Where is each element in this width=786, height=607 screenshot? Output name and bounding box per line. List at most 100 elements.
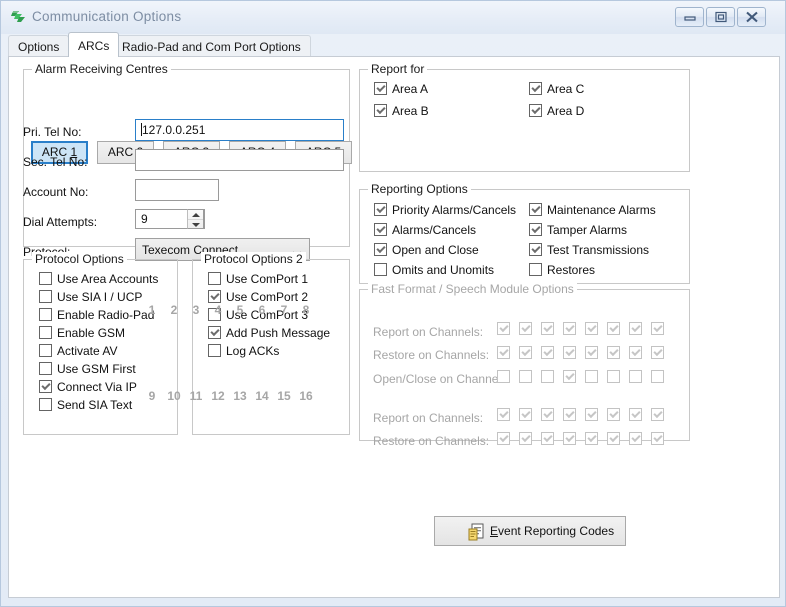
ff-report-ch-15[interactable]: [629, 408, 642, 423]
ff-restore-ch-9[interactable]: [497, 432, 510, 447]
ff-report-ch-8[interactable]: [651, 322, 664, 337]
checkbox-use-sia-i-ucp[interactable]: Use SIA I / UCP: [39, 290, 142, 305]
tab-options[interactable]: Options: [8, 35, 70, 57]
ff-openclose-ch-2[interactable]: [519, 370, 532, 385]
ff-restore-ch-3[interactable]: [541, 346, 554, 361]
dial-attempts-stepper[interactable]: [187, 209, 204, 229]
ff-openclose-ch-7[interactable]: [629, 370, 642, 385]
ff-restore-ch-13[interactable]: [585, 432, 598, 447]
ff-restore-ch-16[interactable]: [651, 432, 664, 447]
checkbox-label: Use SIA I / UCP: [57, 290, 143, 304]
checkbox-area-c[interactable]: Area C: [529, 82, 584, 97]
ff-report-ch-14[interactable]: [607, 408, 620, 423]
checkbox-alarms-cancels[interactable]: Alarms/Cancels: [374, 223, 476, 238]
stepper-up-icon[interactable]: [188, 210, 203, 219]
close-icon[interactable]: [737, 7, 766, 27]
tab-radio-pad-and-com-port-options[interactable]: Radio-Pad and Com Port Options: [112, 35, 311, 57]
ff-report-ch-1[interactable]: [497, 322, 510, 337]
ff-report-ch-12[interactable]: [563, 408, 576, 423]
checkbox-log-acks[interactable]: Log ACKs: [208, 344, 279, 359]
protocol-options-label: Protocol Options: [32, 252, 127, 266]
ff-openclose-ch-6[interactable]: [607, 370, 620, 385]
ff-report-ch-3[interactable]: [541, 322, 554, 337]
checkbox-enable-radio-pad[interactable]: Enable Radio-Pad: [39, 308, 154, 323]
checkbox-label: Open and Close: [392, 243, 479, 257]
ff-restore-ch-14[interactable]: [607, 432, 620, 447]
checkbox-label: Enable GSM: [57, 326, 126, 340]
ff-restore-ch-1[interactable]: [497, 346, 510, 361]
checkbox-tamper-alarms[interactable]: Tamper Alarms: [529, 223, 627, 238]
ff-openclose-ch-3[interactable]: [541, 370, 554, 385]
checkbox-label: Add Push Message: [226, 326, 331, 340]
report-for-label: Report for: [368, 62, 428, 76]
ff-restore-ch-6[interactable]: [607, 346, 620, 361]
maximize-icon[interactable]: [706, 7, 735, 27]
checkbox-connect-via-ip[interactable]: Connect Via IP: [39, 380, 137, 395]
ff-restore-ch-4[interactable]: [563, 346, 576, 361]
checkbox-label: Area B: [392, 104, 429, 118]
checkbox-label: Enable Radio-Pad: [57, 308, 155, 322]
checkbox-area-a[interactable]: Area A: [374, 82, 428, 97]
ff-report-ch-11[interactable]: [541, 408, 554, 423]
checkbox-label: Send SIA Text: [57, 398, 133, 412]
channel-header-11: 11: [189, 389, 203, 403]
account-no-input[interactable]: [135, 179, 219, 201]
minimize-icon[interactable]: [675, 7, 704, 27]
checkbox-open-and-close[interactable]: Open and Close: [374, 243, 479, 258]
communication-options-window: Communication Options Options ARCs Radio…: [0, 0, 786, 607]
ff-restore-ch-7[interactable]: [629, 346, 642, 361]
checkbox-area-d[interactable]: Area D: [529, 104, 584, 119]
ff-report-ch-10[interactable]: [519, 408, 532, 423]
channel-header-8: 8: [302, 303, 310, 317]
reporting-options-label: Reporting Options: [368, 182, 471, 196]
ff-restore-ch-12[interactable]: [563, 432, 576, 447]
ff-openclose-ch-1[interactable]: [497, 370, 510, 385]
checkbox-send-sia-text[interactable]: Send SIA Text: [39, 398, 132, 413]
sec-tel-no-input[interactable]: [135, 149, 344, 171]
ff-openclose-ch-5[interactable]: [585, 370, 598, 385]
stepper-down-icon[interactable]: [188, 219, 203, 229]
ff-restore-ch-10[interactable]: [519, 432, 532, 447]
tab-arcs[interactable]: ARCs: [68, 32, 120, 57]
checkbox-restores[interactable]: Restores: [529, 263, 595, 278]
checkbox-area-b[interactable]: Area B: [374, 104, 429, 119]
ff-report-ch-7[interactable]: [629, 322, 642, 337]
checkbox-priority-alarms-cancels[interactable]: Priority Alarms/Cancels: [374, 203, 516, 218]
pri-tel-no-input[interactable]: 127.0.0.251: [135, 119, 344, 141]
checkbox-use-area-accounts[interactable]: Use Area Accounts: [39, 272, 158, 287]
ff-restore-ch-5[interactable]: [585, 346, 598, 361]
checkbox-use-comport-1[interactable]: Use ComPort 1: [208, 272, 308, 287]
ff-restore-ch-2[interactable]: [519, 346, 532, 361]
checkbox-use-gsm-first[interactable]: Use GSM First: [39, 362, 136, 377]
channel-header-3: 3: [192, 303, 200, 317]
checkbox-maintenance-alarms[interactable]: Maintenance Alarms: [529, 203, 656, 218]
ff-openclose-ch-8[interactable]: [651, 370, 664, 385]
channel-header-10: 10: [167, 389, 181, 403]
ff-report-ch-13[interactable]: [585, 408, 598, 423]
event-reporting-codes-button[interactable]: Event Reporting Codes: [434, 516, 626, 546]
checkbox-test-transmissions[interactable]: Test Transmissions: [529, 243, 649, 258]
ff-openclose-ch-4[interactable]: [563, 370, 576, 385]
checkbox-enable-gsm[interactable]: Enable GSM: [39, 326, 125, 341]
checkbox-label: Log ACKs: [226, 344, 280, 358]
fast-format-row-label-openclose-1-8: Open/Close on Channels:: [373, 372, 511, 386]
checkbox-label: Use ComPort 2: [226, 290, 309, 304]
ff-report-ch-5[interactable]: [585, 322, 598, 337]
ff-report-ch-9[interactable]: [497, 408, 510, 423]
checkbox-omits-and-unomits[interactable]: Omits and Unomits: [374, 263, 494, 278]
tab-strip: Options ARCs Radio-Pad and Com Port Opti…: [8, 31, 780, 57]
ff-restore-ch-11[interactable]: [541, 432, 554, 447]
checkbox-activate-av[interactable]: Activate AV: [39, 344, 117, 359]
ff-restore-ch-8[interactable]: [651, 346, 664, 361]
checkbox-label: Test Transmissions: [547, 243, 650, 257]
arcs-tab-panel: Alarm Receiving Centres ARC 1 ARC 2 ARC …: [8, 56, 780, 598]
ff-report-ch-4[interactable]: [563, 322, 576, 337]
checkbox-add-push-message[interactable]: Add Push Message: [208, 326, 330, 341]
checkbox-label: Activate AV: [57, 344, 118, 358]
ff-report-ch-16[interactable]: [651, 408, 664, 423]
fast-format-row-label-restore-9-16: Restore on Channels:: [373, 434, 490, 448]
fast-format-row-label-report-1-8: Report on Channels:: [373, 325, 484, 339]
ff-report-ch-2[interactable]: [519, 322, 532, 337]
ff-restore-ch-15[interactable]: [629, 432, 642, 447]
ff-report-ch-6[interactable]: [607, 322, 620, 337]
